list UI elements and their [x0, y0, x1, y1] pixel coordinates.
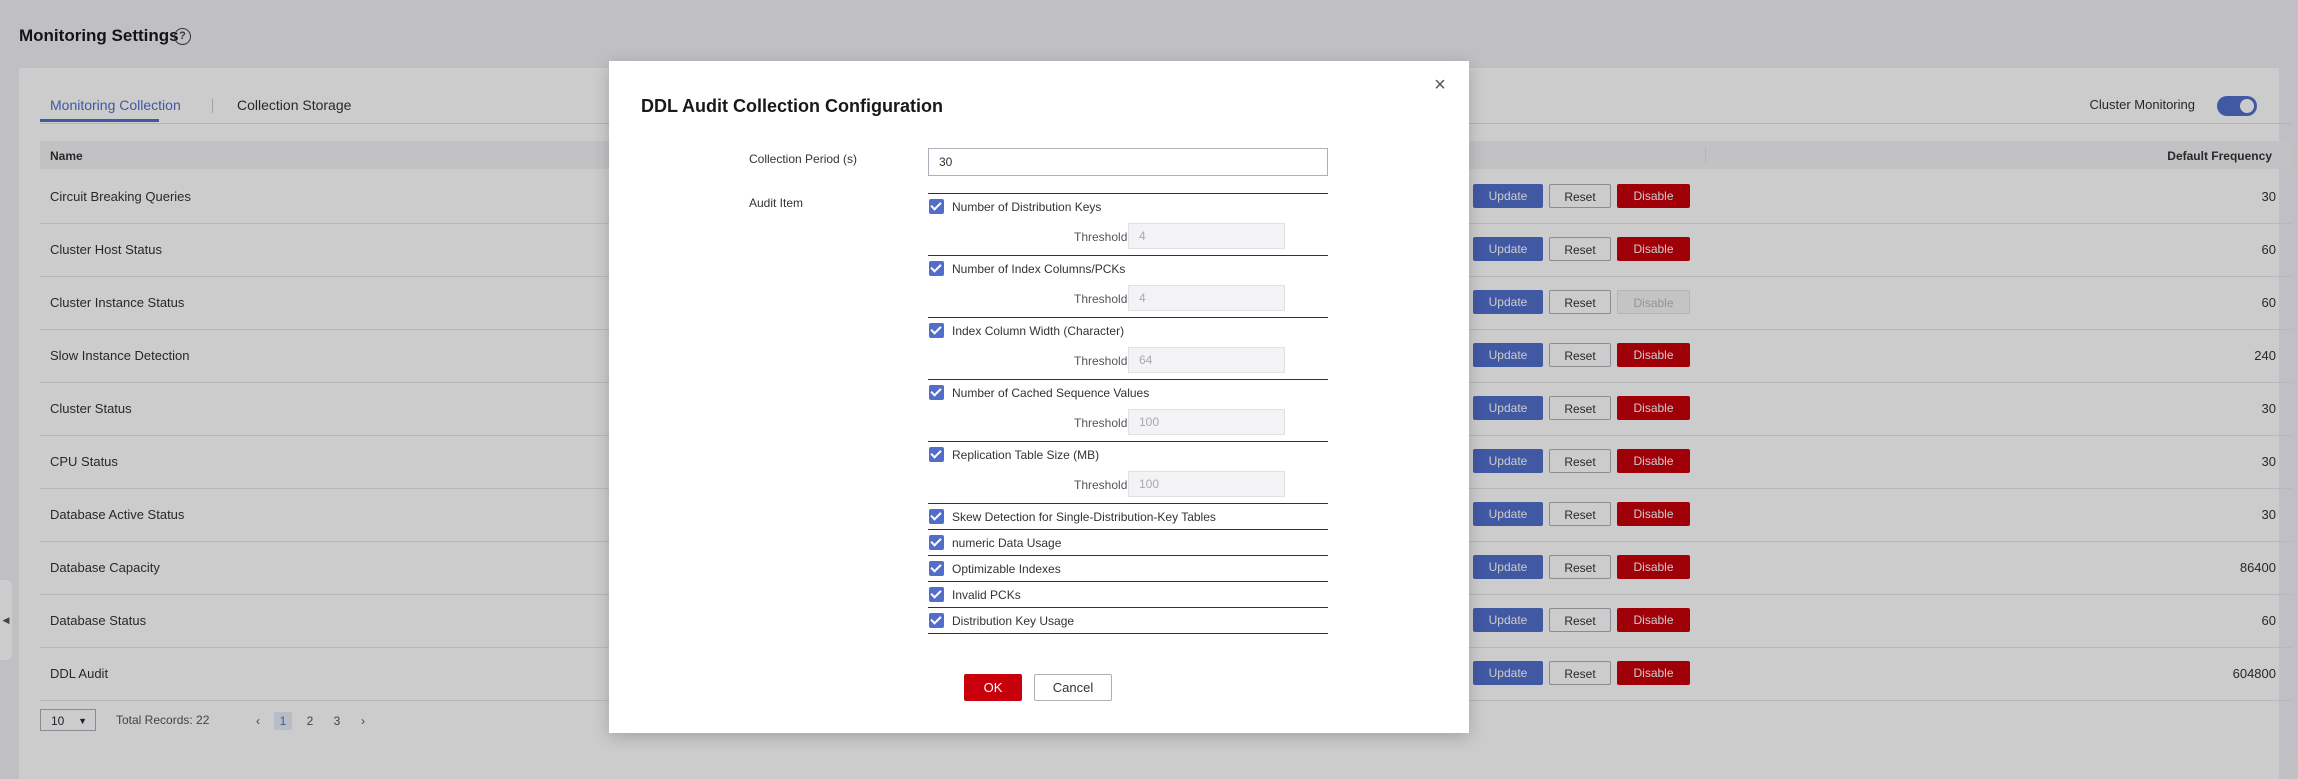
- audit-item: Distribution Key Usage: [928, 608, 1328, 634]
- audit-item-label: Number of Cached Sequence Values: [952, 386, 1150, 400]
- collection-period-input[interactable]: 30: [928, 148, 1328, 176]
- audit-item: Skew Detection for Single-Distribution-K…: [928, 504, 1328, 530]
- audit-item: numeric Data Usage: [928, 530, 1328, 556]
- threshold-label: Threshold:: [1074, 292, 1131, 306]
- audit-item: Optimizable Indexes: [928, 556, 1328, 582]
- collection-period-label: Collection Period (s): [749, 152, 858, 166]
- checkbox[interactable]: [929, 535, 944, 550]
- checkbox[interactable]: [929, 323, 944, 338]
- audit-item-label: Number of Distribution Keys: [952, 200, 1102, 214]
- audit-item-label: numeric Data Usage: [952, 536, 1062, 550]
- audit-item: Number of Index Columns/PCKs Threshold: 4: [928, 256, 1328, 318]
- audit-item: Invalid PCKs: [928, 582, 1328, 608]
- audit-item: Number of Distribution Keys Threshold: 4: [928, 194, 1328, 256]
- ddl-audit-config-dialog: DDL Audit Collection Configuration × Col…: [609, 61, 1469, 733]
- cancel-button[interactable]: Cancel: [1034, 674, 1112, 701]
- ok-button[interactable]: OK: [964, 674, 1022, 701]
- checkbox[interactable]: [929, 199, 944, 214]
- threshold-input: 100: [1128, 409, 1285, 435]
- checkbox[interactable]: [929, 447, 944, 462]
- threshold-label: Threshold:: [1074, 416, 1131, 430]
- audit-item-label: Index Column Width (Character): [952, 324, 1125, 338]
- audit-item-label: Optimizable Indexes: [952, 562, 1061, 576]
- threshold-input: 4: [1128, 285, 1285, 311]
- audit-item-label: Audit Item: [749, 196, 804, 210]
- threshold-label: Threshold:: [1074, 230, 1131, 244]
- audit-item-label: Invalid PCKs: [952, 588, 1021, 602]
- threshold-label: Threshold:: [1074, 354, 1131, 368]
- checkbox[interactable]: [929, 587, 944, 602]
- audit-item-label: Number of Index Columns/PCKs: [952, 262, 1126, 276]
- audit-item: Number of Cached Sequence Values Threshol…: [928, 380, 1328, 442]
- audit-item-label: Distribution Key Usage: [952, 614, 1075, 628]
- close-icon[interactable]: ×: [1430, 75, 1450, 95]
- checkbox[interactable]: [929, 561, 944, 576]
- audit-item: Index Column Width (Character) Threshold:…: [928, 318, 1328, 380]
- checkbox[interactable]: [929, 385, 944, 400]
- threshold-input: 4: [1128, 223, 1285, 249]
- audit-item: Replication Table Size (MB) Threshold: 100: [928, 442, 1328, 504]
- checkbox[interactable]: [929, 613, 944, 628]
- dialog-title: DDL Audit Collection Configuration: [641, 96, 943, 116]
- checkbox[interactable]: [929, 509, 944, 524]
- audit-item-label: Replication Table Size (MB): [952, 448, 1100, 462]
- threshold-input: 100: [1128, 471, 1285, 497]
- audit-item-label: Skew Detection for Single-Distribution-K…: [952, 510, 1216, 524]
- threshold-label: Threshold:: [1074, 478, 1131, 492]
- threshold-input: 64: [1128, 347, 1285, 373]
- checkbox[interactable]: [929, 261, 944, 276]
